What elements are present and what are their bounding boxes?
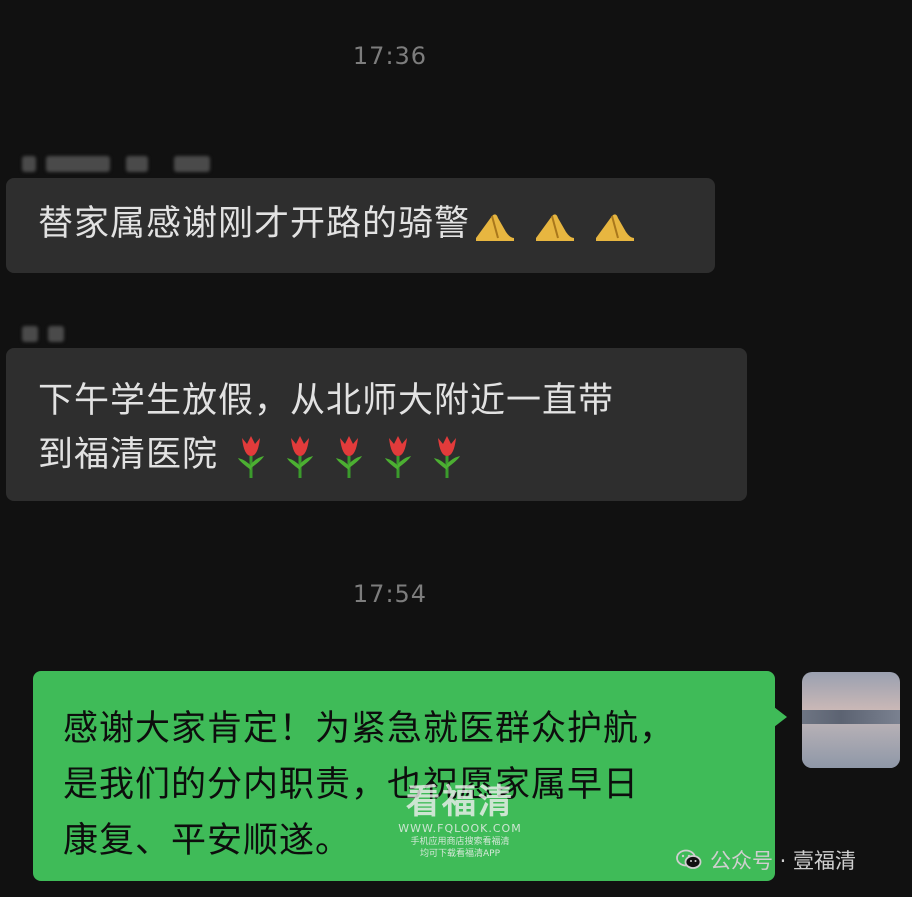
message-text-line: 下午学生放假，从北师大附近一直带	[38, 381, 615, 421]
account-tag: 公众号 · 壹福清	[676, 845, 856, 875]
folded-hands-icon	[476, 214, 515, 241]
folded-hands-icon	[536, 214, 575, 241]
message-text: 替家属感谢刚才开路的骑警	[38, 204, 471, 244]
folded-hands-icon	[596, 214, 635, 241]
message-text-line: 是我们的分内职责，也祝愿家属早日	[63, 765, 640, 805]
message-bubble-incoming[interactable]: 替家属感谢刚才开路的骑警	[6, 178, 715, 273]
avatar[interactable]	[802, 672, 900, 768]
message-text-line: 康复、平安顺遂。	[63, 821, 352, 861]
tulip-icon	[287, 436, 314, 478]
timestamp: 17:36	[352, 42, 428, 70]
message-text-line: 感谢大家肯定！为紧急就医群众护航，	[63, 709, 676, 749]
message-bubble-incoming[interactable]: 下午学生放假，从北师大附近一直带 到福清医院	[6, 348, 747, 501]
tulip-icon	[238, 436, 265, 478]
account-label: 公众号 · 壹福清	[710, 849, 857, 873]
message-text-line-with-emoji: 到福清医院	[38, 428, 747, 482]
folded-hands-group	[472, 200, 640, 250]
tulip-icon	[385, 436, 412, 478]
message-bubble-outgoing[interactable]: 感谢大家肯定！为紧急就医群众护航， 是我们的分内职责，也祝愿家属早日 康复、平安…	[33, 671, 787, 881]
sender-name-blurred	[22, 326, 64, 342]
avatar-water-reflection	[802, 724, 900, 768]
wechat-icon	[676, 849, 702, 869]
tulip-icon	[336, 436, 363, 478]
tulip-icon	[434, 436, 461, 478]
message-text: 到福清医院	[38, 435, 219, 475]
timestamp: 17:54	[352, 580, 428, 608]
avatar-landscape	[802, 710, 900, 724]
sender-name-blurred	[22, 156, 210, 172]
